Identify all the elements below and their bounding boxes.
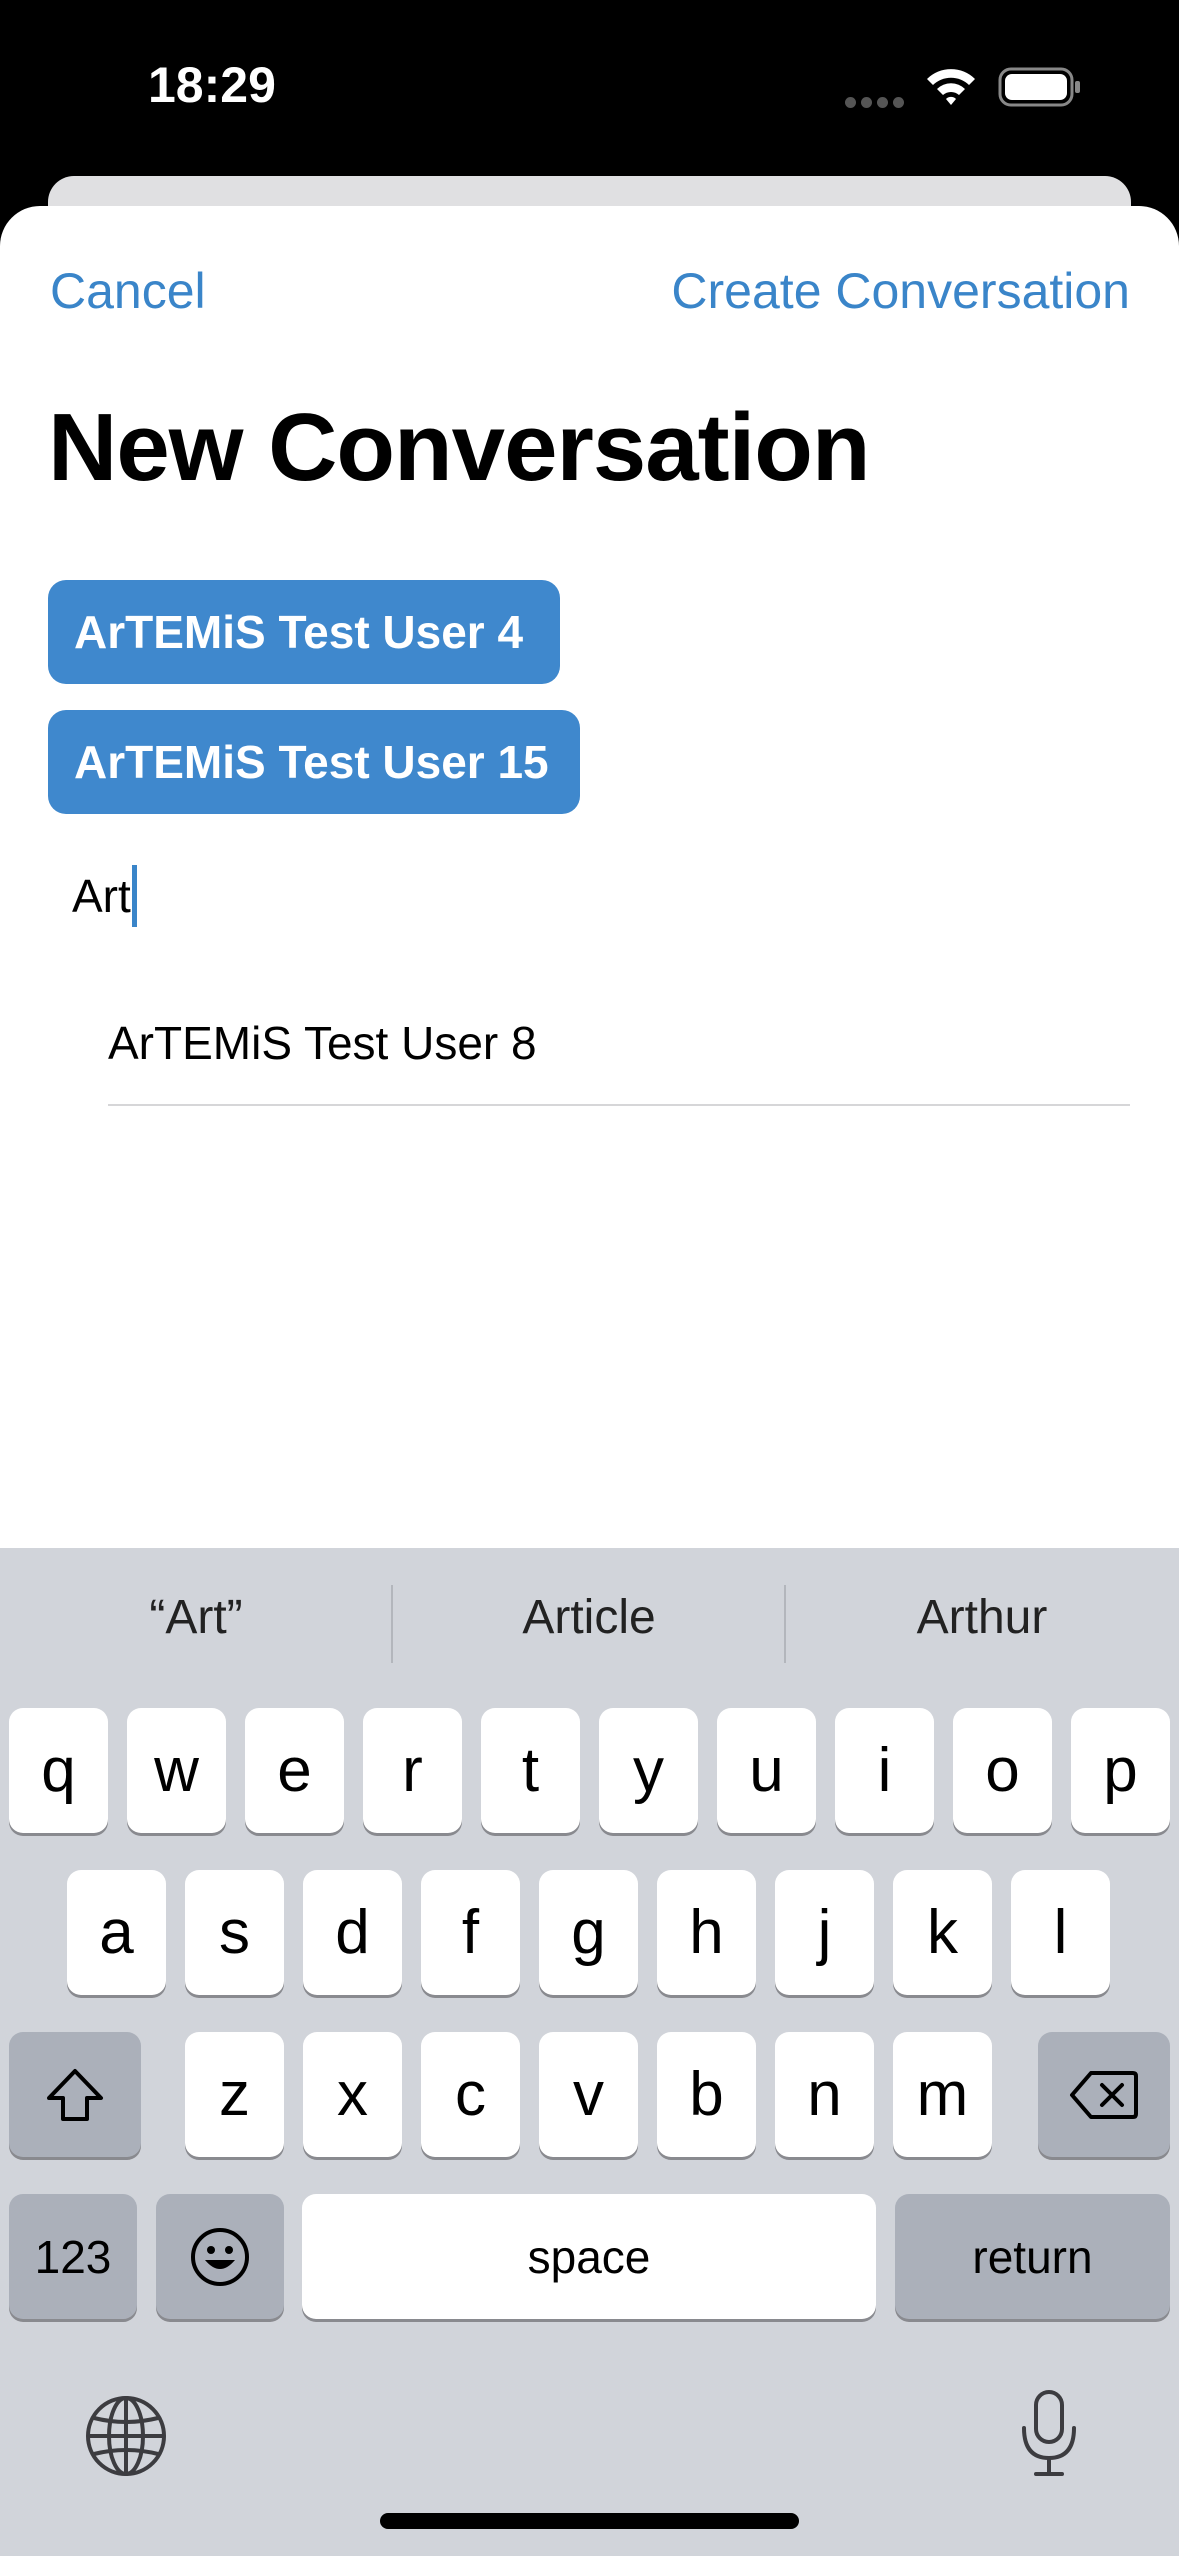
user-suggestion-row[interactable]: ArTEMiS Test User 8: [108, 1000, 1130, 1106]
key-t[interactable]: t: [481, 1708, 580, 1833]
search-input-value: Art: [72, 870, 131, 922]
key-o[interactable]: o: [953, 1708, 1052, 1833]
selected-user-chip[interactable]: ArTEMiS Test User 4: [48, 580, 560, 684]
selected-user-chip[interactable]: ArTEMiS Test User 15: [48, 710, 580, 814]
wifi-icon: [925, 66, 977, 111]
key-z[interactable]: z: [185, 2032, 284, 2157]
user-suggestion-label: ArTEMiS Test User 8: [108, 1017, 537, 1069]
key-h[interactable]: h: [657, 1870, 756, 1995]
key-j[interactable]: j: [775, 1870, 874, 1995]
key-f[interactable]: f: [421, 1870, 520, 1995]
key-s[interactable]: s: [185, 1870, 284, 1995]
space-key[interactable]: space: [302, 2194, 876, 2319]
prediction-literal[interactable]: “Art”: [0, 1590, 392, 1645]
key-b[interactable]: b: [657, 2032, 756, 2157]
status-time: 18:29: [148, 57, 276, 113]
key-r[interactable]: r: [363, 1708, 462, 1833]
globe-icon[interactable]: [84, 2394, 168, 2483]
key-g[interactable]: g: [539, 1870, 638, 1995]
microphone-icon[interactable]: [1016, 2388, 1082, 2485]
return-key[interactable]: return: [895, 2194, 1170, 2319]
key-u[interactable]: u: [717, 1708, 816, 1833]
emoji-key[interactable]: [156, 2194, 284, 2319]
key-p[interactable]: p: [1071, 1708, 1170, 1833]
key-y[interactable]: y: [599, 1708, 698, 1833]
key-q[interactable]: q: [9, 1708, 108, 1833]
user-search-input[interactable]: Art: [72, 865, 137, 927]
key-l[interactable]: l: [1011, 1870, 1110, 1995]
key-c[interactable]: c: [421, 2032, 520, 2157]
key-e[interactable]: e: [245, 1708, 344, 1833]
numbers-key[interactable]: 123: [9, 2194, 137, 2319]
cancel-button[interactable]: Cancel: [50, 262, 206, 320]
key-n[interactable]: n: [775, 2032, 874, 2157]
shift-icon: [47, 2068, 103, 2121]
prediction-article[interactable]: Article: [393, 1590, 785, 1645]
key-v[interactable]: v: [539, 2032, 638, 2157]
key-a[interactable]: a: [67, 1870, 166, 1995]
delete-icon: [1070, 2070, 1138, 2119]
prediction-arthur[interactable]: Arthur: [786, 1590, 1178, 1645]
battery-icon: [998, 66, 1082, 113]
emoji-icon: [191, 2227, 249, 2286]
key-m[interactable]: m: [893, 2032, 992, 2157]
key-k[interactable]: k: [893, 1870, 992, 1995]
key-x[interactable]: x: [303, 2032, 402, 2157]
shift-key[interactable]: [9, 2032, 141, 2157]
cellular-signal-icon: [845, 95, 909, 113]
home-indicator: [380, 2513, 799, 2529]
key-d[interactable]: d: [303, 1870, 402, 1995]
key-i[interactable]: i: [835, 1708, 934, 1833]
text-cursor: [131, 865, 137, 927]
create-conversation-button[interactable]: Create Conversation: [671, 262, 1130, 320]
key-w[interactable]: w: [127, 1708, 226, 1833]
page-title: New Conversation: [48, 394, 871, 501]
delete-key[interactable]: [1038, 2032, 1170, 2157]
